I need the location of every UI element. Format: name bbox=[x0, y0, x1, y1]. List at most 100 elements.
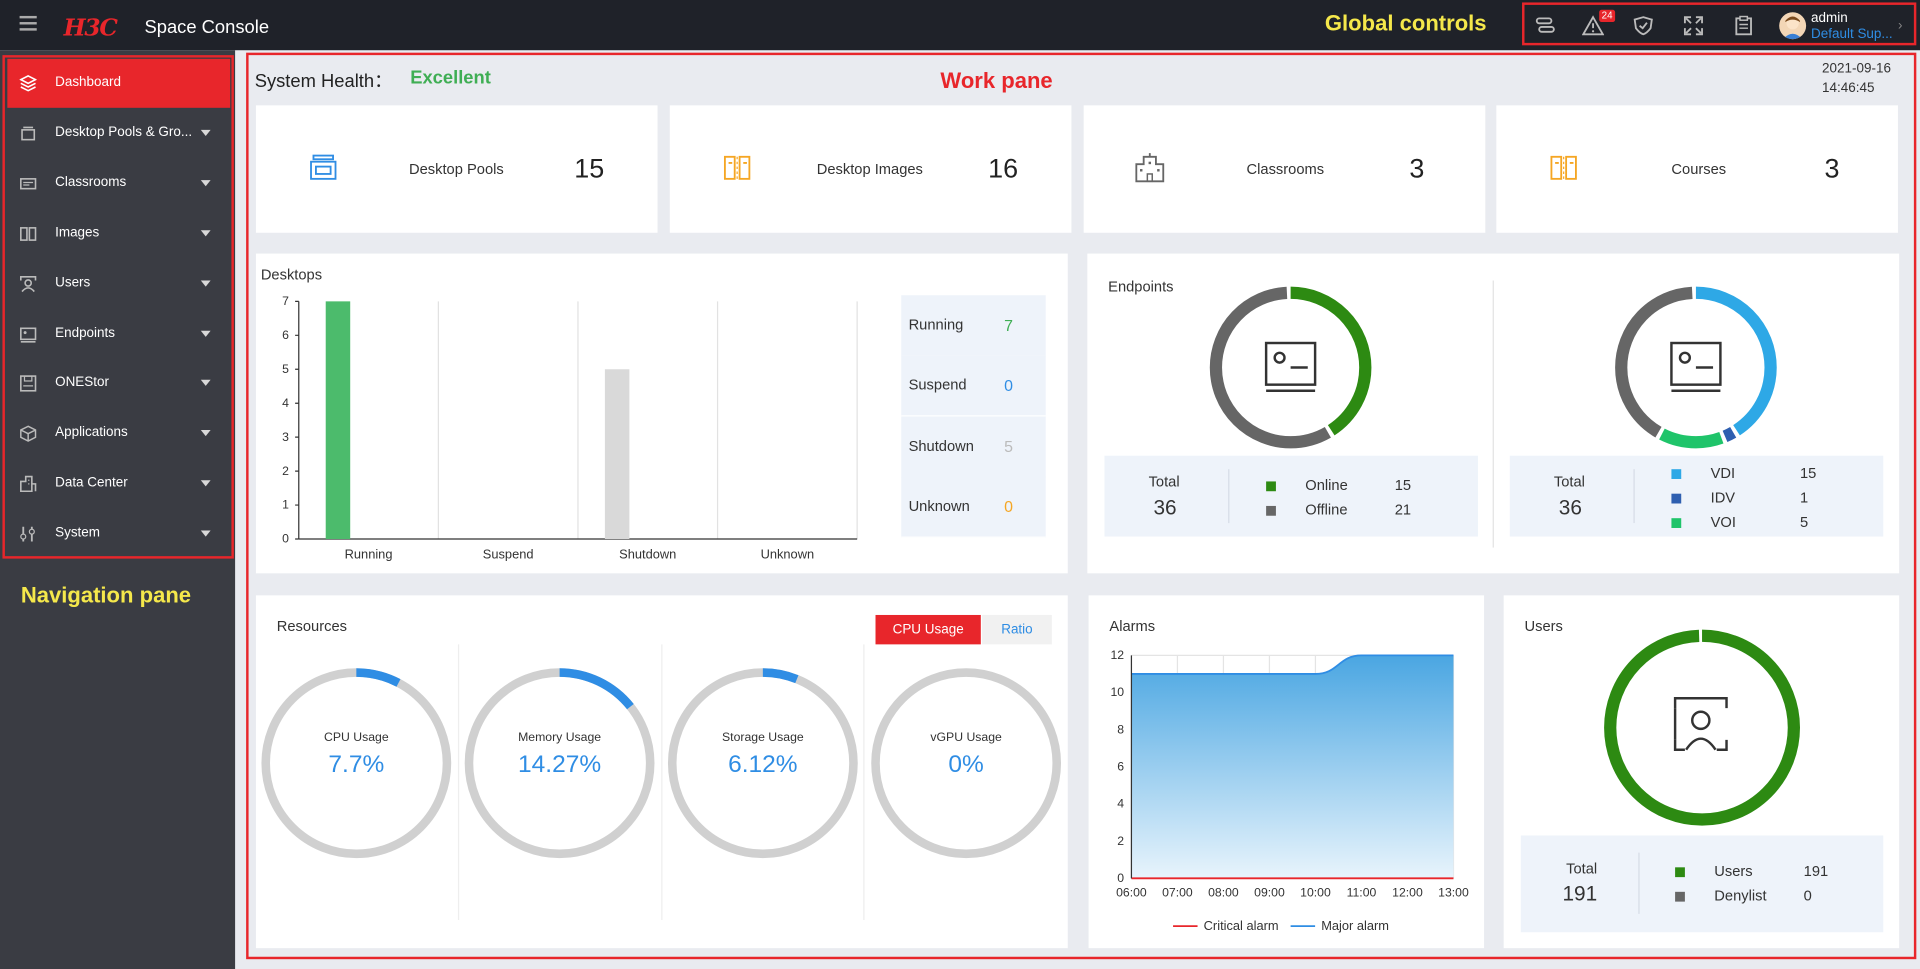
legend-label: VDI bbox=[1710, 464, 1736, 482]
clipboard-icon[interactable] bbox=[1733, 15, 1755, 37]
avatar[interactable] bbox=[1779, 12, 1807, 40]
sidebar-item-users[interactable]: Users bbox=[7, 259, 230, 308]
users-title: Users bbox=[1524, 617, 1563, 635]
legend-value: 21 bbox=[1394, 501, 1412, 519]
endpoints-title: Endpoints bbox=[1108, 278, 1174, 296]
tab-ratio[interactable]: Ratio bbox=[982, 614, 1052, 645]
sidebar-item-system[interactable]: System bbox=[7, 510, 230, 559]
endpoints-left-summary: Total 36 Online 15 Offline 21 bbox=[1104, 455, 1478, 537]
tab-cpu-usage[interactable]: CPU Usage bbox=[875, 614, 981, 645]
legend-value: 1 bbox=[1800, 488, 1809, 506]
h3c-logo: H3C bbox=[63, 14, 118, 42]
courses-card[interactable]: Courses 3 bbox=[1496, 105, 1898, 233]
y-tick-label: 4 bbox=[1117, 797, 1124, 811]
gauge-value: 14.27% bbox=[518, 750, 602, 778]
legend-swatch bbox=[1675, 867, 1685, 878]
chevron-down-icon bbox=[200, 280, 211, 287]
total-label: Total bbox=[1566, 859, 1598, 878]
status-shutdown[interactable]: Shutdown 5 bbox=[901, 416, 1046, 478]
sidebar-item-label: Dashboard bbox=[55, 74, 122, 90]
image-icon bbox=[20, 226, 37, 241]
y-tick-label: 3 bbox=[282, 430, 289, 444]
chevron-down-icon bbox=[200, 480, 211, 487]
sidebar-item-label: Endpoints bbox=[55, 325, 116, 340]
y-tick-label: 0 bbox=[282, 532, 289, 546]
work-pane-annotation: Work pane bbox=[940, 68, 1053, 94]
status-unknown[interactable]: Unknown 0 bbox=[901, 476, 1046, 538]
legend-swatch bbox=[1671, 469, 1682, 479]
desktop-pools-card[interactable]: Desktop Pools 15 bbox=[255, 105, 658, 233]
classroom-icon bbox=[1135, 153, 1165, 183]
app-title: Space Console bbox=[144, 17, 270, 38]
desktop-pool-icon bbox=[21, 126, 36, 141]
storage-icon bbox=[20, 375, 37, 393]
alarm-count-badge: 24 bbox=[1599, 9, 1615, 23]
y-tick-label: 2 bbox=[282, 464, 289, 478]
layers-icon bbox=[19, 75, 37, 92]
building-icon bbox=[20, 475, 37, 493]
x-tick-label: 11:00 bbox=[1347, 886, 1377, 900]
tools-icon bbox=[20, 526, 35, 542]
cube-icon bbox=[20, 425, 37, 443]
sidebar-item-data[interactable]: Data Center bbox=[7, 460, 230, 509]
legend-swatch bbox=[1266, 505, 1276, 516]
sidebar-item-desktop[interactable]: Desktop Pools & Gro... bbox=[7, 109, 230, 158]
legend-value: 5 bbox=[1800, 513, 1809, 531]
x-tick-label: 13:00 bbox=[1438, 886, 1469, 900]
shield-icon[interactable] bbox=[1632, 15, 1654, 37]
x-tick-label: Running bbox=[345, 547, 393, 562]
status-suspend[interactable]: Suspend 0 bbox=[901, 355, 1046, 417]
legend-swatch bbox=[1671, 493, 1682, 504]
bar-shutdown[interactable] bbox=[604, 369, 630, 540]
menu-toggle-icon[interactable] bbox=[19, 15, 37, 33]
y-tick-label: 2 bbox=[1117, 834, 1124, 848]
global-controls-annotation: Global controls bbox=[1324, 11, 1487, 36]
task-icon[interactable] bbox=[1534, 15, 1556, 37]
sidebar-item-onestor[interactable]: ONEStor bbox=[7, 359, 230, 408]
total-label: Total bbox=[1148, 472, 1180, 491]
fullscreen-icon[interactable] bbox=[1682, 15, 1704, 37]
user-icon bbox=[1673, 697, 1728, 751]
stat-label: Desktop Pools bbox=[408, 160, 504, 178]
desktops-title: Desktops bbox=[260, 265, 323, 283]
total-value: 191 bbox=[1562, 882, 1598, 906]
chevron-right-icon[interactable]: › bbox=[1898, 18, 1902, 33]
y-tick-label: 0 bbox=[1117, 871, 1124, 885]
course-icon bbox=[1550, 155, 1577, 180]
stat-value: 3 bbox=[1409, 153, 1425, 184]
status-label: Suspend bbox=[908, 376, 967, 394]
bar-running[interactable] bbox=[325, 301, 351, 540]
desktop-images-card[interactable]: Desktop Images 16 bbox=[669, 105, 1072, 233]
image-icon bbox=[723, 155, 751, 180]
sidebar-item-endpoints[interactable]: Endpoints bbox=[7, 309, 230, 358]
chevron-down-icon bbox=[200, 229, 211, 237]
classrooms-card[interactable]: Classrooms 3 bbox=[1083, 105, 1486, 233]
status-value: 0 bbox=[1004, 376, 1013, 395]
x-tick-label: 06:00 bbox=[1116, 886, 1147, 900]
y-tick-label: 6 bbox=[282, 328, 289, 342]
sidebar-item-label: Applications bbox=[55, 425, 128, 441]
legend-value: 0 bbox=[1803, 886, 1812, 905]
major-alarm-area bbox=[1131, 655, 1454, 879]
sidebar-item-label: ONEStor bbox=[55, 375, 109, 391]
x-tick-label: Unknown bbox=[761, 547, 815, 562]
user-name[interactable]: admin bbox=[1811, 11, 1848, 26]
sidebar-item-applications[interactable]: Applications bbox=[7, 410, 230, 459]
desktops-bar-chart: 0 1 2 3 4 5 6 7 Running Suspend Shutdown Unknown bbox=[282, 294, 858, 562]
sidebar-item-label: System bbox=[55, 525, 101, 541]
gauge-value: 7.7% bbox=[328, 750, 385, 778]
sidebar-item-classrooms[interactable]: Classrooms bbox=[7, 159, 230, 208]
legend-label: Denylist bbox=[1714, 886, 1767, 905]
sidebar-item-label: Classrooms bbox=[55, 174, 127, 190]
legend-label[interactable]: Major alarm bbox=[1321, 918, 1389, 933]
sidebar-item-dashboard[interactable]: Dashboard bbox=[7, 58, 231, 108]
user-role[interactable]: Default Sup... bbox=[1811, 27, 1893, 42]
stat-label: Classrooms bbox=[1246, 160, 1325, 178]
endpoint-icon bbox=[1264, 341, 1317, 393]
sidebar-item-images[interactable]: Images bbox=[7, 209, 230, 258]
status-running[interactable]: Running 7 bbox=[901, 295, 1046, 357]
endpoint-icon bbox=[1670, 341, 1722, 393]
x-tick-label: Shutdown bbox=[619, 547, 676, 562]
y-tick-label: 5 bbox=[282, 362, 289, 376]
legend-label[interactable]: Critical alarm bbox=[1204, 918, 1279, 933]
